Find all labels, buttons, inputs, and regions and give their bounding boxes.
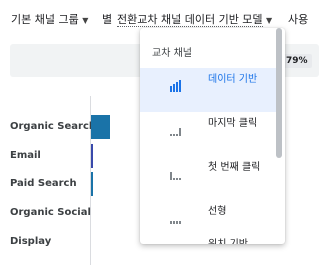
attribution-model-select[interactable]: 전환교차 채널 데이터 기반 모델 ▼ — [117, 11, 272, 27]
channel-label: Organic Social — [10, 207, 91, 218]
last-click-icon — [170, 128, 181, 136]
menu-item[interactable]: 데이터 기반 — [140, 68, 276, 112]
linear-icon — [170, 221, 181, 224]
menu-item-label: 위치 기반 — [208, 237, 268, 244]
percent-badge: 79% — [282, 54, 312, 68]
channel-label: Organic Search — [10, 121, 97, 132]
menu-item[interactable]: 첫 번째 클릭 — [140, 156, 276, 200]
chevron-down-icon: ▼ — [82, 16, 89, 25]
by-label: 별 — [102, 13, 113, 26]
menu-item-label: 첫 번째 클릭 — [208, 162, 261, 173]
menu-item[interactable]: 위치 기반 — [140, 233, 276, 244]
menu-section-header: 교차 채널 — [152, 48, 192, 59]
channel-label: Email — [10, 150, 41, 161]
channel-bar[interactable] — [91, 115, 110, 139]
attribution-model-menu: 교차 채널 데이터 기반마지막 클릭첫 번째 클릭선형위치 기반 — [140, 28, 285, 244]
first-click-icon — [170, 172, 181, 180]
menu-item-label: 마지막 클릭 — [208, 118, 258, 129]
chevron-down-icon: ▼ — [266, 16, 273, 25]
channel-label: Display — [10, 236, 52, 247]
channel-label: Paid Search — [10, 178, 77, 189]
attribution-model-label: 전환교차 채널 데이터 기반 모델 — [117, 13, 263, 27]
channel-group-label: 기본 채널 그룹 — [11, 13, 79, 26]
data-driven-icon — [170, 80, 181, 92]
menu-item-label: 데이터 기반 — [208, 74, 258, 85]
menu-item[interactable]: 마지막 클릭 — [140, 112, 276, 156]
channel-bar[interactable] — [91, 144, 93, 168]
usage-label: 사용 — [288, 13, 309, 26]
menu-item-label: 선형 — [208, 206, 227, 217]
channel-bar[interactable] — [91, 172, 93, 196]
menu-scrollbar[interactable] — [276, 28, 282, 158]
channel-group-select[interactable]: 기본 채널 그룹 ▼ — [11, 11, 88, 27]
